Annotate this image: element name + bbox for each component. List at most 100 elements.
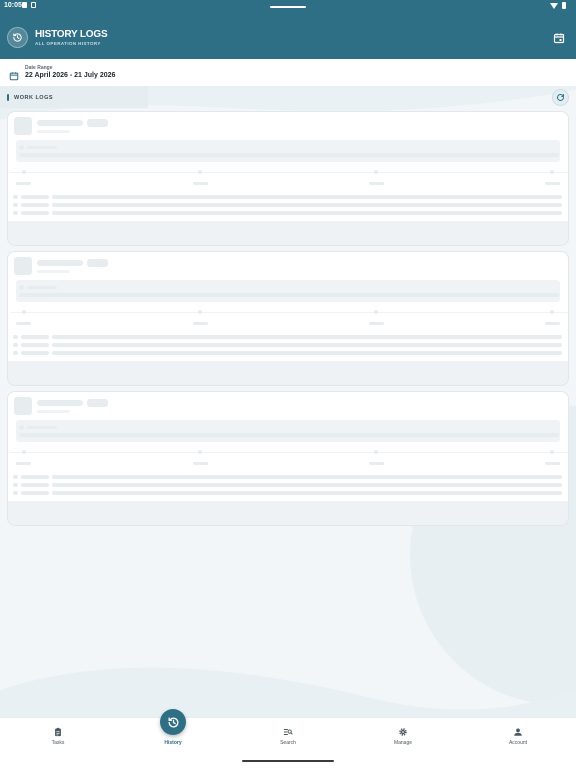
- skeleton-info-line: [19, 433, 559, 437]
- section-accent-bar: [7, 94, 9, 101]
- skeleton-timeline-dot: [550, 450, 554, 454]
- skeleton-row-value: [52, 475, 562, 479]
- skeleton-row-value: [52, 483, 562, 487]
- skeleton-row-label: [21, 211, 49, 215]
- skeleton-row-value: [52, 343, 562, 347]
- skeleton-timeline-label: [193, 322, 208, 325]
- nav-label-history: History: [164, 740, 182, 746]
- skeleton-row-bullet: [13, 475, 18, 479]
- skeleton-row-value: [52, 335, 562, 339]
- page-title: HISTORY LOGS: [35, 29, 108, 40]
- refresh-button[interactable]: [552, 89, 569, 106]
- skeleton-row-bullet: [13, 203, 18, 207]
- skeleton-info-box: [16, 280, 560, 302]
- skeleton-row-bullet: [13, 351, 18, 355]
- nav-spacer: [168, 727, 178, 737]
- skeleton-title: [37, 120, 83, 126]
- battery-icon: [562, 2, 566, 9]
- skeleton-timeline-dot: [550, 170, 554, 174]
- skeleton-row-label: [21, 351, 49, 355]
- skeleton-info-box: [16, 140, 560, 162]
- skeleton-info-label: [27, 426, 57, 429]
- skeleton-timeline-label: [193, 182, 208, 185]
- nav-label-search: Search: [280, 740, 296, 746]
- sim-icon: [22, 2, 27, 8]
- nav-item-manage[interactable]: Manage: [373, 727, 433, 746]
- skeleton-row-label: [21, 475, 49, 479]
- refresh-icon: [557, 94, 564, 101]
- skeleton-info-box: [16, 420, 560, 442]
- skeleton-timeline-label: [369, 322, 384, 325]
- skeleton-info-line: [19, 293, 559, 297]
- status-time: 10:05: [4, 2, 22, 9]
- drag-handle: [270, 6, 306, 8]
- skeleton-timeline-label: [369, 462, 384, 465]
- skeleton-timeline-dot: [22, 310, 26, 314]
- nav-item-search[interactable]: Search: [258, 727, 318, 746]
- skeleton-row-bullet: [13, 491, 18, 495]
- home-indicator: [242, 760, 334, 762]
- skeleton-subtitle: [37, 410, 70, 413]
- skeleton-info-label: [27, 146, 57, 149]
- skeleton-row-label: [21, 195, 49, 199]
- date-range-calendar-icon: [9, 68, 19, 81]
- skeleton-row-label: [21, 483, 49, 487]
- skeleton-badge: [87, 399, 108, 407]
- log-card-skeleton: [7, 111, 569, 246]
- skeleton-row-bullet: [13, 343, 18, 347]
- log-card-skeleton: [7, 391, 569, 526]
- skeleton-subtitle: [37, 130, 70, 133]
- clipboard-icon: [55, 727, 61, 737]
- skeleton-info-dot: [19, 425, 24, 430]
- skeleton-info-dot: [19, 145, 24, 150]
- date-range-label: Date Range: [25, 65, 53, 71]
- skeleton-timeline-line: [10, 312, 568, 313]
- gear-icon: [399, 728, 407, 736]
- skeleton-info-line: [19, 153, 559, 157]
- skeleton-row-value: [52, 195, 562, 199]
- skeleton-timeline-dot: [374, 170, 378, 174]
- skeleton-timeline-label: [369, 182, 384, 185]
- wifi-icon: [550, 2, 558, 9]
- skeleton-timeline-label: [193, 462, 208, 465]
- nav-item-history[interactable]: History: [143, 727, 203, 746]
- nav-label-account: Account: [508, 740, 528, 746]
- system-icons: [550, 2, 566, 9]
- calendar-icon[interactable]: [553, 31, 565, 44]
- screenshot-icon: [31, 2, 36, 8]
- skeleton-timeline-line: [10, 452, 568, 453]
- search-list-icon: [283, 729, 293, 735]
- skeleton-timeline-dot: [198, 310, 202, 314]
- skeleton-row-bullet: [13, 195, 18, 199]
- skeleton-timeline-dot: [374, 450, 378, 454]
- app-header: 10:05 HISTORY LOGS ALL OPERATION HISTORY: [0, 0, 576, 59]
- skeleton-row-label: [21, 335, 49, 339]
- skeleton-title: [37, 400, 83, 406]
- skeleton-avatar: [14, 397, 32, 415]
- skeleton-timeline-dot: [198, 450, 202, 454]
- skeleton-timeline-label: [16, 322, 31, 325]
- skeleton-info-dot: [19, 285, 24, 290]
- nav-item-tasks[interactable]: Tasks: [28, 727, 88, 746]
- skeleton-timeline-dot: [22, 450, 26, 454]
- skeleton-info-label: [27, 286, 57, 289]
- nav-label-manage: Manage: [393, 740, 413, 746]
- skeleton-timeline-dot: [374, 310, 378, 314]
- skeleton-avatar: [14, 117, 32, 135]
- nav-item-account[interactable]: Account: [488, 727, 548, 746]
- skeleton-row-bullet: [13, 211, 18, 215]
- skeleton-avatar: [14, 257, 32, 275]
- page-subtitle: ALL OPERATION HISTORY: [35, 41, 101, 46]
- log-card-skeleton: [7, 251, 569, 386]
- skeleton-title: [37, 260, 83, 266]
- skeleton-timeline-label: [545, 182, 560, 185]
- skeleton-timeline-dot: [22, 170, 26, 174]
- history-header-icon: [7, 27, 28, 48]
- skeleton-subtitle: [37, 270, 70, 273]
- skeleton-row-value: [52, 211, 562, 215]
- skeleton-row-label: [21, 343, 49, 347]
- skeleton-timeline-label: [16, 462, 31, 465]
- skeleton-row-value: [52, 351, 562, 355]
- skeleton-timeline-line: [10, 172, 568, 173]
- skeleton-timeline-label: [16, 182, 31, 185]
